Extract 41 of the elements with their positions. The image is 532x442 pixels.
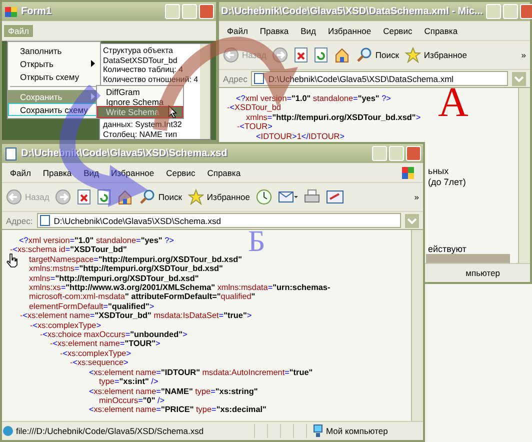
xml-line: elementFormDefault="qualified"> [28,302,156,312]
xml-line: type="xs:int" /> [98,377,160,386]
status-text: мпьютер [466,268,500,278]
xml-line: -<XSDTour_bd [227,103,282,113]
address-label: Адрес: [6,216,33,226]
xml-line: <xs:element name="NAME" type="xs:string" [88,386,259,396]
xml-line: <?xml version="1.0" standalone="yes" ?> [18,236,175,246]
text-fragment: ействуют [428,244,466,254]
xml-line: <IDTOUR>1</IDTOUR> [255,132,346,142]
xml-line: -<xs:schema id="XSDTour_bd" [10,245,128,255]
window-title: D:\Uchebnik\Code\Glava5\XSD\DataSchema.xml - Mic... [221,6,483,17]
text-line: данных: System.Int32 [103,120,183,130]
xml-line: targetNamespace="http://tempuri.org/XSDTour_bd.xsd" [28,254,244,264]
xml-line: xmlns="http://tempuri.org/XSDTour_bd.xsd"> [245,112,422,122]
text-line: Количество таблиц: 4 [103,65,184,74]
marker-letter: Б [248,227,266,257]
text-fragment: ьных [428,166,449,176]
text-line: Столбец: NAME тип [103,130,178,139]
xml-line: -<xs:choice maxOccurs="unbounded"> [39,330,188,340]
xml-line: xmlns:mstns="http://tempuri.org/XSDTour_bd.xsd" [28,264,224,274]
text-line: Структура объекта [103,46,174,56]
xml-line: -<xs:element name="TOUR"> [49,339,162,349]
status-text: file:///D:/Uchebnik/Code/Glava5/XSD/Schema.xsd [2,425,254,437]
text-line: Количество отношений: 4 [103,74,198,84]
xml-line: minOccurs="0" /> [98,396,166,406]
xml-line: -<xs:complexType> [29,320,102,330]
xml-line: xmlns:xs="http://www.w3.org/2001/XMLSchema" xmlns:msdata="urn:schemas- [28,283,332,292]
text-line: DataSetXSDTour_bd [103,56,178,65]
xml-line: <xs:element name="PRICE" type="xs:decimal" [88,405,268,415]
xml-line: -<TOUR> [236,122,274,132]
xml-line: xmlns="http://tempuri.org/XSDTour_bd.xsd" [28,274,200,284]
xml-line: microsoft-com:xml-msdata" attributeFormDefault="qualified" [28,292,256,302]
address-label: Адрес [223,74,248,84]
xml-line: <?xml version="1.0" standalone="yes" ?> [235,94,392,104]
xml-line: -<xs:sequence> [69,358,130,368]
xml-line: <xs:element name="IDTOUR" msdata:AutoIncrement="true" [88,368,314,378]
zone-indicator: Мой компьютер [306,424,423,438]
window-title: Form1 [21,6,52,17]
text-fragment: (до 7лет) [428,177,466,187]
xml-line: -<xs:complexType> [59,348,132,358]
xml-line: -<xs:element name="XSDTour_bd" msdata:IsDataSet="true"> [19,311,253,321]
